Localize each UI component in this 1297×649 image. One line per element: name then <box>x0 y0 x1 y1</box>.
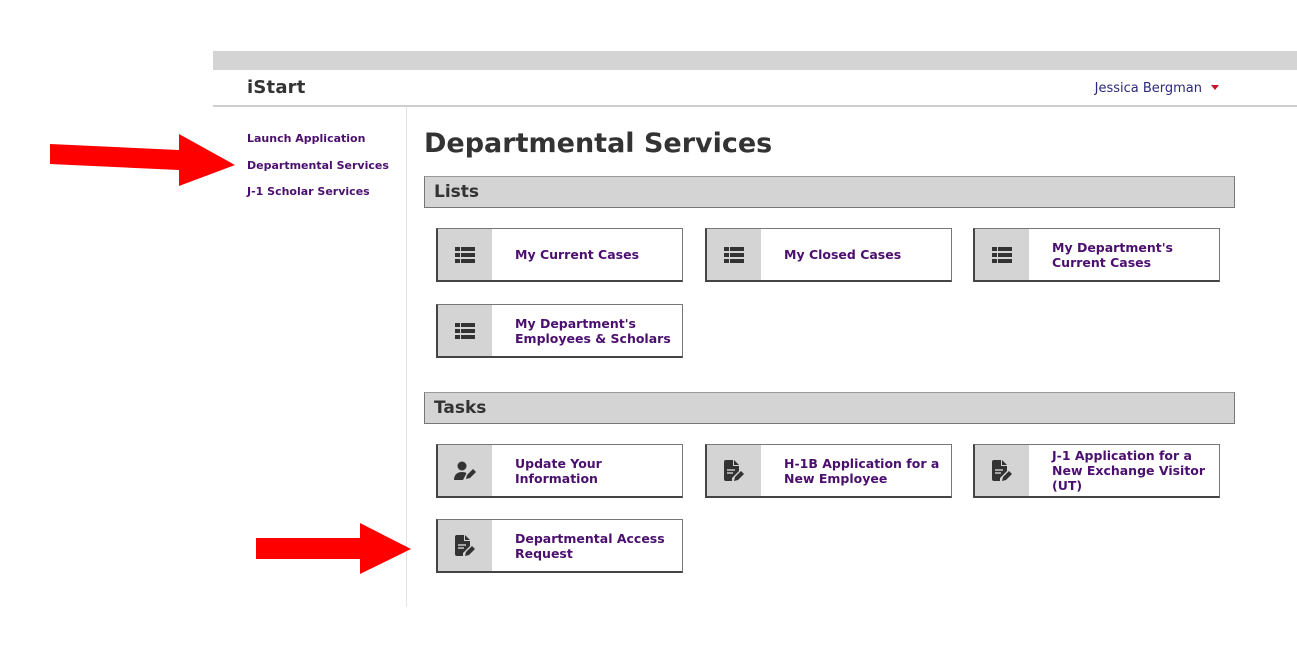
user-name[interactable]: Jessica Bergman <box>1095 81 1202 96</box>
header: iStart Jessica Bergman <box>213 70 1297 107</box>
tile-departmental-access-request[interactable]: Departmental Access Request <box>436 519 683 573</box>
file-edit-icon <box>455 534 475 556</box>
tile-my-closed-cases[interactable]: My Closed Cases <box>705 228 952 282</box>
tile-j1-application[interactable]: J-1 Application for a New Exchange Visit… <box>973 444 1220 498</box>
tile-label: J-1 Application for a New Exchange Visit… <box>1052 448 1206 493</box>
file-edit-icon <box>992 459 1012 481</box>
tile-update-your-information[interactable]: Update Your Information <box>436 444 683 498</box>
user-edit-icon <box>454 461 476 480</box>
sidebar-nav: Launch Application Departmental Services… <box>247 131 389 211</box>
tile-h1b-application[interactable]: H-1B Application for a New Employee <box>705 444 952 498</box>
list-icon <box>992 246 1012 263</box>
tile-label: My Current Cases <box>515 247 640 262</box>
section-header-lists: Lists <box>424 176 1235 208</box>
tile-label: H-1B Application for a New Employee <box>784 455 940 486</box>
list-icon <box>455 322 475 339</box>
app-title[interactable]: iStart <box>247 77 306 98</box>
sidebar-item-departmental-services[interactable]: Departmental Services <box>247 158 389 173</box>
tile-my-current-cases[interactable]: My Current Cases <box>436 228 683 282</box>
sidebar-item-j1-scholar-services[interactable]: J-1 Scholar Services <box>247 184 389 199</box>
caret-down-icon[interactable] <box>1211 84 1219 90</box>
tile-label: Update Your Information <box>515 455 602 486</box>
user-menu[interactable]: Jessica Bergman <box>1095 81 1219 96</box>
tile-my-departments-current-cases[interactable]: My Department's Current Cases <box>973 228 1220 282</box>
tile-my-departments-employees-scholars[interactable]: My Department's Employees & Scholars <box>436 304 683 358</box>
red-arrow-annotation-icon <box>256 523 411 574</box>
section-header-tasks: Tasks <box>424 392 1235 424</box>
list-icon <box>724 246 744 263</box>
red-arrow-annotation-icon <box>50 134 235 186</box>
section-title: Lists <box>434 182 480 202</box>
tile-label: Departmental Access Request <box>515 530 665 561</box>
section-title: Tasks <box>434 398 487 418</box>
list-icon <box>455 246 475 263</box>
top-bar <box>213 51 1297 70</box>
tile-label: My Department's Current Cases <box>1052 239 1173 270</box>
page-title: Departmental Services <box>424 128 773 159</box>
tile-label: My Department's Employees & Scholars <box>515 315 671 346</box>
sidebar-item-launch-application[interactable]: Launch Application <box>247 131 389 146</box>
file-edit-icon <box>724 459 744 481</box>
tile-label: My Closed Cases <box>784 247 902 262</box>
